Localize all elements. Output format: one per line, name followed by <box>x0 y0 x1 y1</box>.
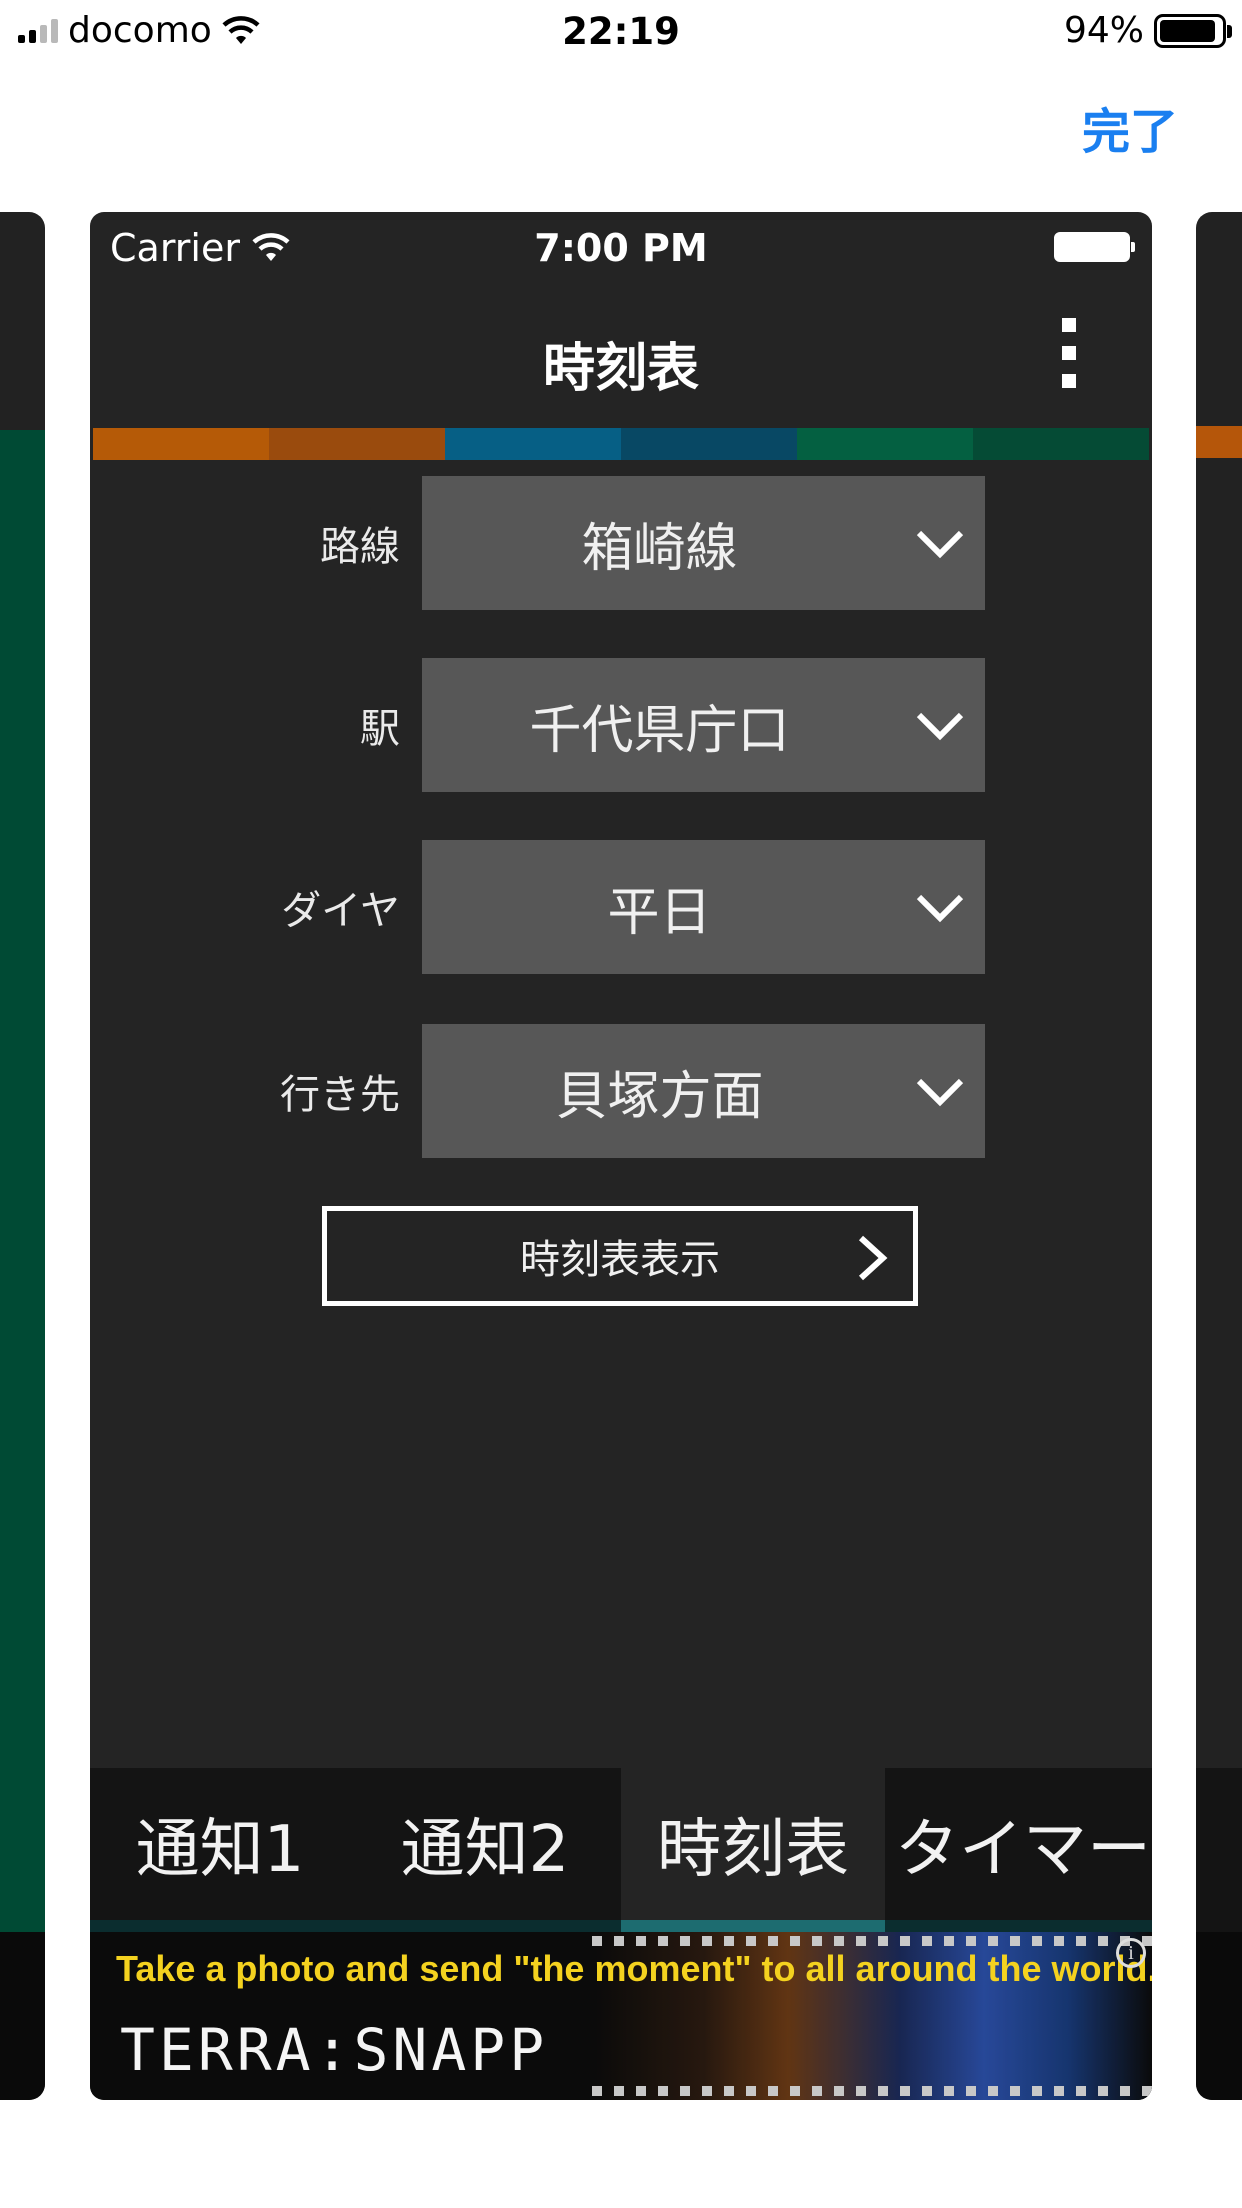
active-tab-indicator <box>621 1920 885 1932</box>
ad-tagline: Take a photo and send "the moment" to al… <box>116 1948 1152 1989</box>
next-screenshot-peek[interactable] <box>1196 212 1242 2100</box>
form-row-destination: 行き先 貝塚方面 <box>90 1024 1152 1158</box>
line-label: 路線 <box>320 524 400 570</box>
chevron-down-icon <box>916 530 964 559</box>
app-status-bar: Carrier 7:00 PM <box>90 212 1152 274</box>
screenshot-card: Carrier 7:00 PM 時刻表 路線 箱崎線 駅 千代県庁口 ダイヤ 平… <box>90 212 1152 2100</box>
previous-screenshot-peek[interactable] <box>0 212 45 2100</box>
station-select[interactable]: 千代県庁口 <box>422 658 985 792</box>
battery-percent: 94% <box>1063 10 1144 51</box>
ios-status-bar: docomo 22:19 94% <box>0 0 1242 62</box>
color-segment <box>973 428 1149 460</box>
schedule-select[interactable]: 平日 <box>422 840 985 974</box>
color-segment <box>93 428 269 460</box>
tab-label: タイマー <box>895 1813 1151 1887</box>
ios-time: 22:19 <box>562 10 680 53</box>
destination-select[interactable]: 貝塚方面 <box>422 1024 985 1158</box>
info-icon[interactable]: i <box>1116 1938 1146 1968</box>
battery-icon <box>1154 13 1232 48</box>
tab-notify-2[interactable]: 通知2 <box>352 1768 618 1920</box>
chevron-down-icon <box>916 894 964 923</box>
tab-timetable[interactable]: 時刻表 <box>621 1768 885 1920</box>
form-row-line: 路線 箱崎線 <box>90 476 1152 610</box>
chevron-down-icon <box>916 1078 964 1107</box>
app-header: 時刻表 <box>90 274 1152 428</box>
screen: docomo 22:19 94% 完了 Carrier 7:00 PM 時刻表 … <box>0 0 1242 2208</box>
done-button[interactable]: 完了 <box>1082 92 1178 162</box>
destination-label: 行き先 <box>280 1072 400 1118</box>
tab-bar: 通知1 通知2 時刻表 タイマー <box>90 1768 1152 1932</box>
tab-label: 通知1 <box>135 1813 305 1887</box>
destination-select-value: 貝塚方面 <box>555 1066 764 1127</box>
chevron-down-icon <box>916 712 964 741</box>
color-segment <box>269 428 445 460</box>
tab-notify-1[interactable]: 通知1 <box>90 1768 350 1920</box>
line-select[interactable]: 箱崎線 <box>422 476 985 610</box>
color-segment <box>797 428 973 460</box>
ad-banner[interactable]: Take a photo and send "the moment" to al… <box>90 1932 1152 2100</box>
schedule-select-value: 平日 <box>607 882 712 943</box>
more-menu-icon[interactable] <box>1062 318 1078 388</box>
color-segment <box>621 428 797 460</box>
tab-label: 時刻表 <box>657 1813 849 1887</box>
line-color-strip <box>93 428 1149 460</box>
battery-icon <box>1054 232 1135 262</box>
tab-timer[interactable]: タイマー <box>885 1768 1152 1920</box>
show-timetable-button[interactable]: 時刻表表示 <box>322 1206 918 1306</box>
form-row-station: 駅 千代県庁口 <box>90 658 1152 792</box>
app-time: 7:00 PM <box>534 226 708 270</box>
station-select-value: 千代県庁口 <box>529 700 790 761</box>
color-segment <box>445 428 621 460</box>
form-row-schedule: ダイヤ 平日 <box>90 840 1152 974</box>
tab-indicator-track <box>90 1920 1152 1932</box>
page-title: 時刻表 <box>542 339 699 399</box>
schedule-label: ダイヤ <box>281 888 400 934</box>
station-label: 駅 <box>360 706 400 752</box>
tab-label: 通知2 <box>400 1813 570 1887</box>
line-select-value: 箱崎線 <box>581 518 738 579</box>
show-timetable-label: 時刻表表示 <box>520 1237 720 1283</box>
ad-logo: TERRA:SNAPP <box>120 2016 549 2084</box>
ios-battery: 94% <box>1063 10 1232 51</box>
chevron-right-icon <box>858 1235 888 1281</box>
